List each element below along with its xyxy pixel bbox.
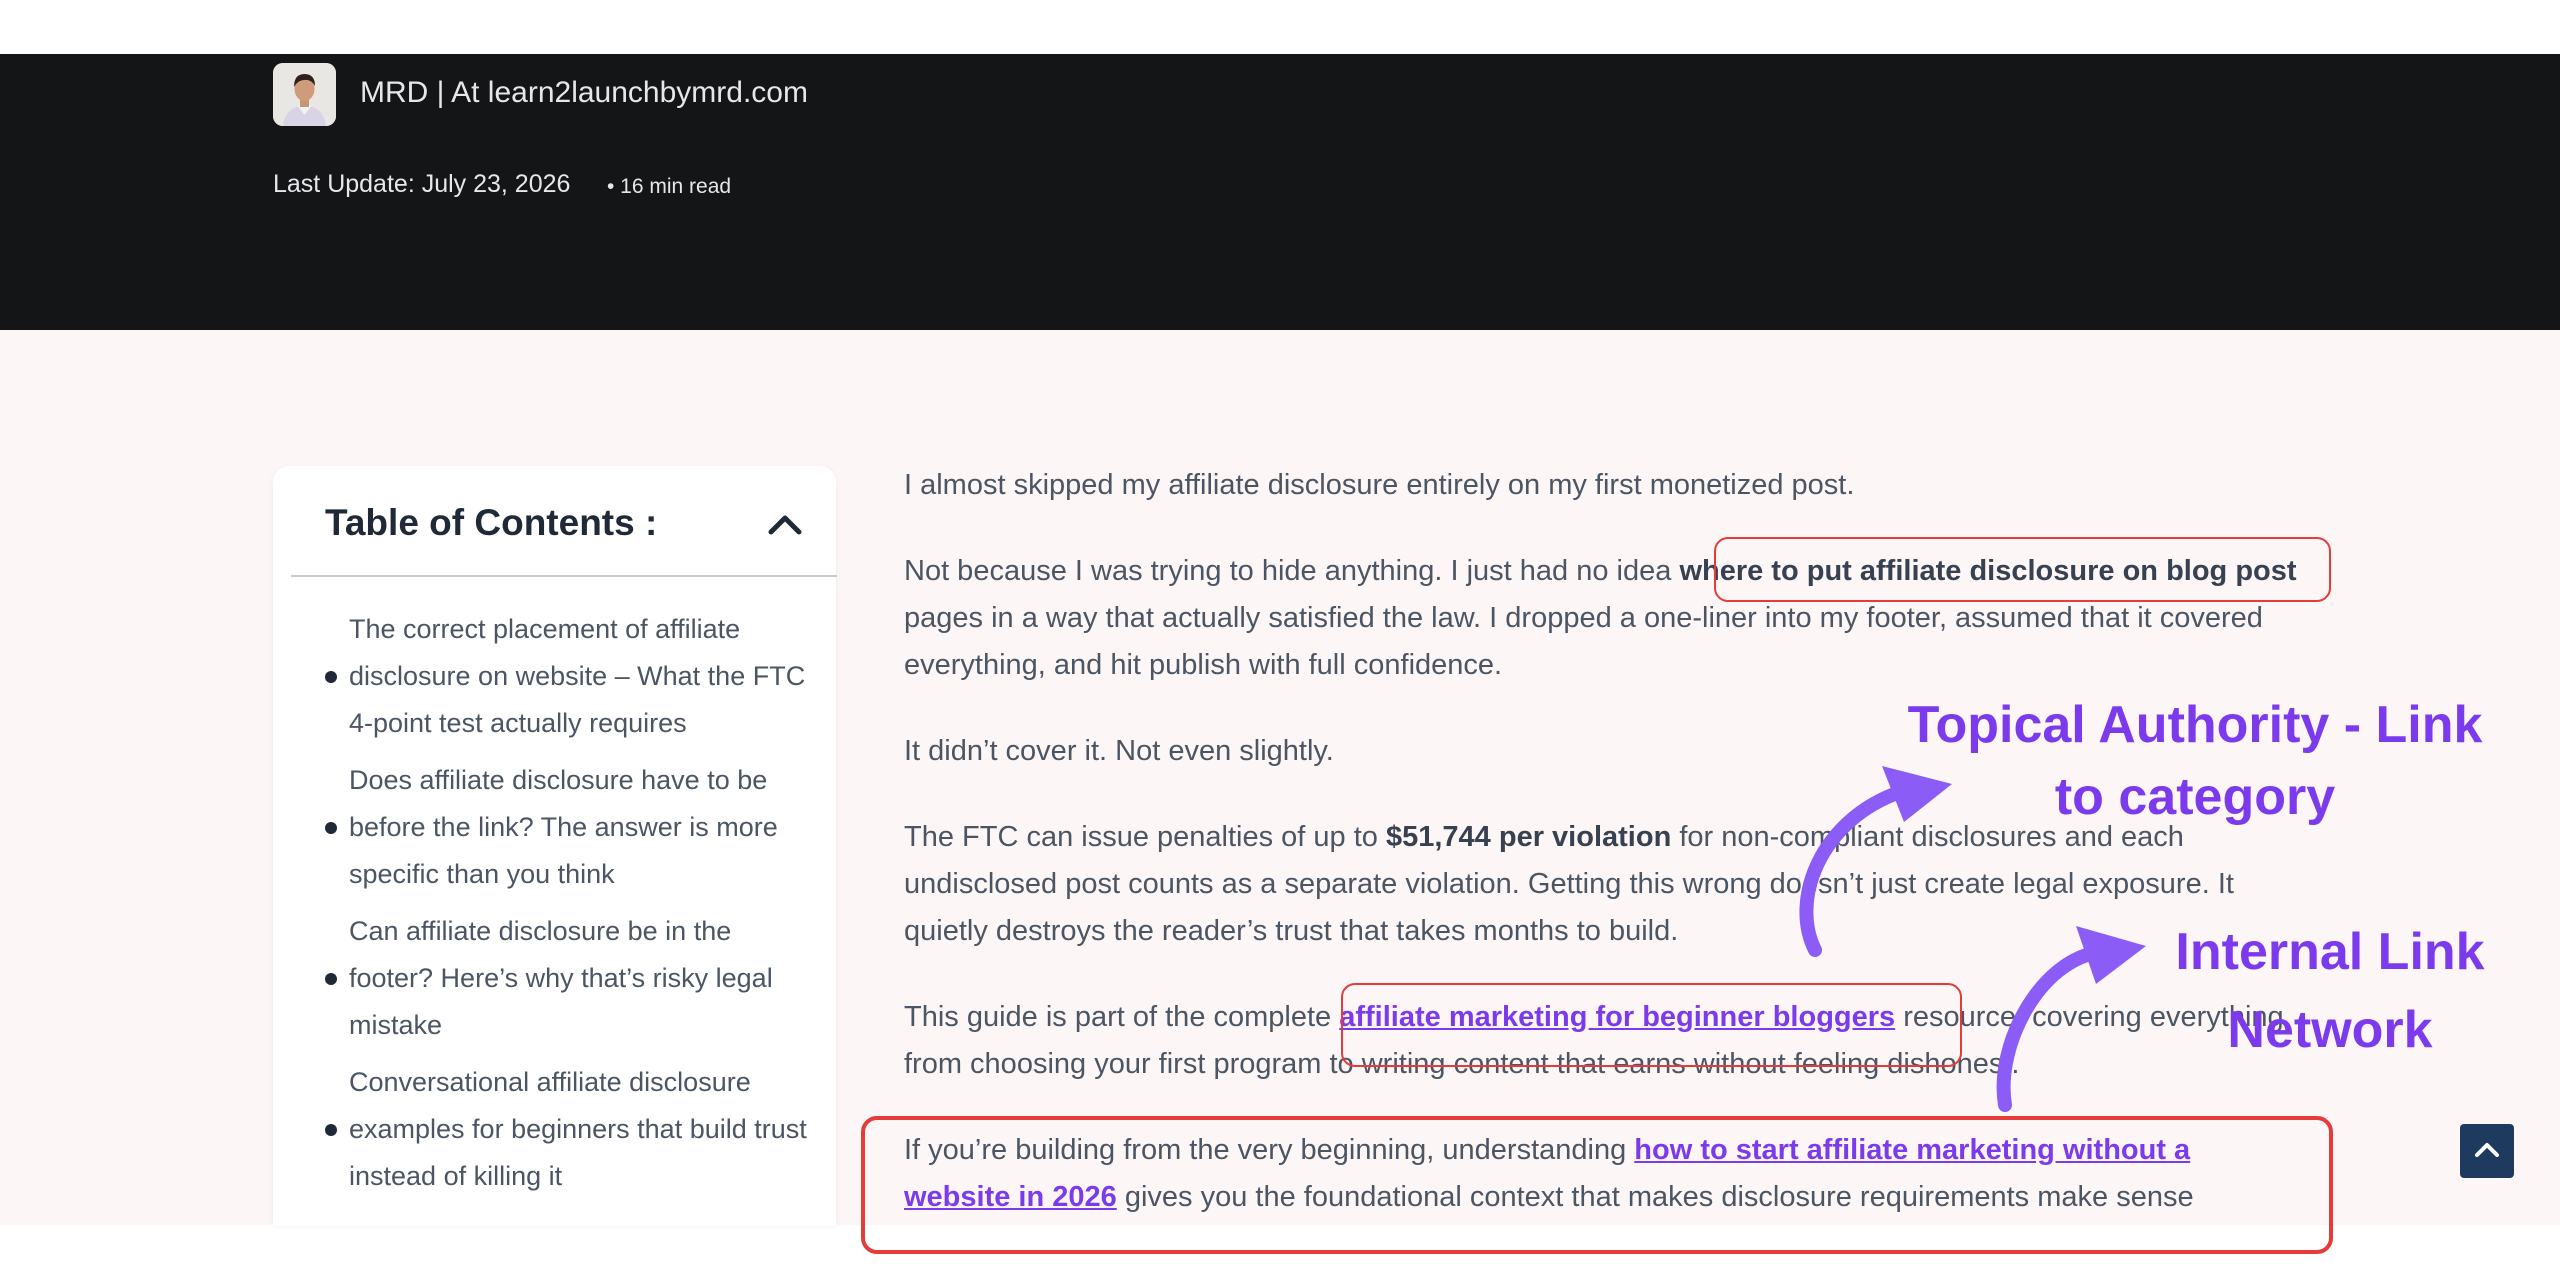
chevron-up-icon <box>768 515 802 535</box>
paragraph: The FTC can issue penalties of up to $51… <box>904 814 2304 955</box>
callout-internal-link-network: Internal Link Network <box>2175 923 2485 1059</box>
toc-item-label[interactable]: Does affiliate disclosure have to be bef… <box>349 757 819 898</box>
bold-penalty: $51,744 per violation <box>1385 821 1672 853</box>
callout-topical-authority: Topical Authority - Link to category <box>1907 696 2483 826</box>
table-of-contents: Table of Contents : The correct placemen… <box>273 466 837 1226</box>
toc-list: The correct placement of affiliate discl… <box>325 606 825 1210</box>
toc-item-label[interactable]: Can affiliate disclosure be in the foote… <box>349 908 819 1049</box>
toc-item-label[interactable]: Conversational affiliate disclosure exam… <box>349 1059 819 1200</box>
toc-item-label[interactable]: The correct placement of affiliate discl… <box>349 606 819 747</box>
toc-item[interactable]: Can affiliate disclosure be in the foote… <box>325 908 825 1049</box>
highlight-box-keyword <box>1714 537 2331 602</box>
paragraph-text: This guide is part of the complete <box>904 1001 1340 1033</box>
toc-divider <box>291 575 837 577</box>
author-avatar[interactable] <box>273 63 336 126</box>
toc-title: Table of Contents : <box>325 502 658 543</box>
avatar-portrait <box>273 63 336 126</box>
chevron-up-icon <box>2475 1143 2499 1157</box>
paragraph-text: Not because I was trying to hide anythin… <box>904 555 1680 587</box>
back-to-top-button[interactable] <box>2460 1124 2514 1178</box>
bullet-icon <box>325 972 337 985</box>
bullet-icon <box>325 1123 337 1136</box>
highlight-box-category-link <box>1341 983 1962 1067</box>
bullet-icon <box>325 670 337 683</box>
author-name[interactable]: MRD | At learn2launchbymrd.com <box>360 76 808 110</box>
paragraph-text: pages in a way that actually satisfied t… <box>904 602 2263 681</box>
toc-item[interactable]: The correct placement of affiliate discl… <box>325 606 825 747</box>
paragraph: I almost skipped my affiliate disclosure… <box>904 462 2304 509</box>
bullet-icon <box>325 821 337 834</box>
last-update-date: Last Update: July 23, 2026 <box>273 170 571 198</box>
highlight-box-internal-link <box>861 1116 2333 1254</box>
toc-item[interactable]: Does affiliate disclosure have to be bef… <box>325 757 825 898</box>
paragraph-text: It didn’t cover it. Not even slightly. <box>904 735 1334 767</box>
read-time: • 16 min read <box>607 175 732 198</box>
top-bar <box>0 0 2560 54</box>
paragraph-text: I almost skipped my affiliate disclosure… <box>904 469 1855 501</box>
toc-item[interactable]: Conversational affiliate disclosure exam… <box>325 1059 825 1200</box>
toc-toggle-button[interactable] <box>765 504 805 544</box>
paragraph-text: The FTC can issue penalties of up to <box>904 821 1386 853</box>
